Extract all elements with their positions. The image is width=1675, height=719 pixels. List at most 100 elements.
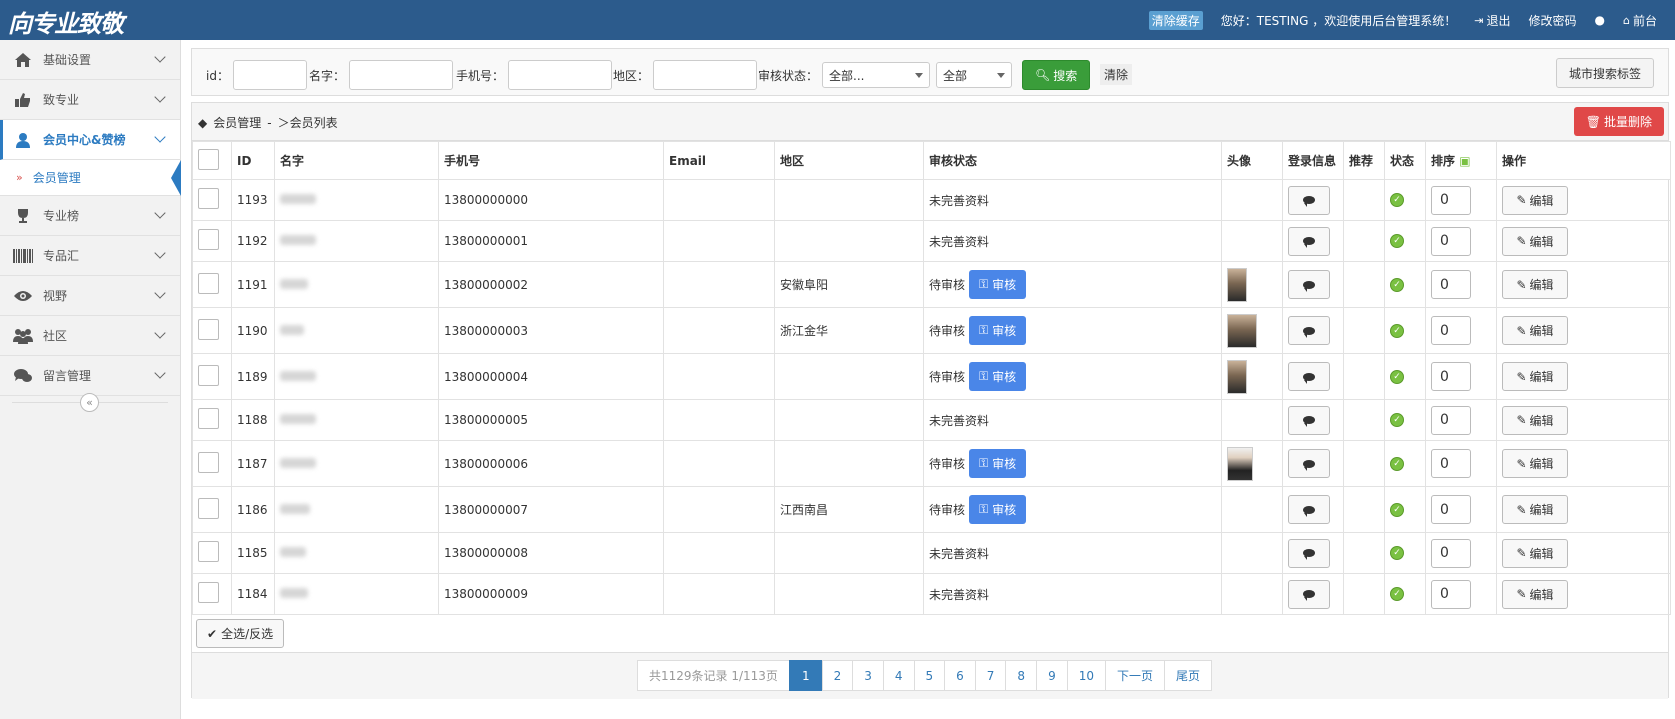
- row-checkbox[interactable]: [198, 188, 219, 209]
- row-checkbox[interactable]: [198, 541, 219, 562]
- row-checkbox[interactable]: [198, 582, 219, 603]
- sort-input[interactable]: 0: [1431, 362, 1471, 391]
- cell-login-info: [1282, 179, 1344, 221]
- sidebar-item-ranking[interactable]: 专业榜: [0, 196, 180, 236]
- login-info-button[interactable]: [1288, 538, 1330, 568]
- page-link-10[interactable]: 10: [1066, 660, 1106, 691]
- search-button[interactable]: 🔍︎ 搜索: [1022, 60, 1091, 90]
- edit-icon: ✎: [1516, 277, 1527, 292]
- page-link-2[interactable]: 2: [821, 660, 854, 691]
- edit-button[interactable]: ✎ 编辑: [1502, 538, 1568, 568]
- cell-id: 1187: [231, 440, 275, 487]
- column-header-sort[interactable]: 排序 ▣: [1425, 141, 1497, 180]
- sort-input[interactable]: 0: [1431, 579, 1471, 609]
- login-info-button[interactable]: [1288, 449, 1330, 478]
- audit-button[interactable]: ⚿ 审核: [969, 316, 1027, 345]
- name-input[interactable]: [349, 60, 454, 90]
- row-checkbox[interactable]: [198, 272, 219, 294]
- login-info-button[interactable]: [1288, 226, 1330, 256]
- all-select[interactable]: 全部: [936, 62, 1012, 88]
- login-info-button[interactable]: [1288, 405, 1330, 435]
- edit-button[interactable]: ✎ 编辑: [1502, 316, 1568, 345]
- select-all-checkbox[interactable]: [198, 148, 219, 170]
- status-ok-icon[interactable]: ✓: [1390, 193, 1404, 207]
- frontend-link[interactable]: ⌂ 前台: [1623, 12, 1657, 29]
- edit-button[interactable]: ✎ 编辑: [1502, 226, 1568, 256]
- page-link-8[interactable]: 8: [1005, 660, 1038, 691]
- sidebar-item-basic-settings[interactable]: 基础设置: [0, 40, 180, 80]
- change-password-link[interactable]: 修改密码: [1529, 12, 1577, 29]
- status-ok-icon[interactable]: ✓: [1390, 323, 1404, 338]
- status-ok-icon[interactable]: ✓: [1390, 234, 1404, 248]
- logo: 向专业致敬: [8, 10, 124, 38]
- region-input[interactable]: [653, 60, 758, 90]
- audit-button[interactable]: ⚿ 审核: [969, 449, 1027, 478]
- batch-delete-button[interactable]: 🗑︎ 批量删除: [1573, 107, 1664, 136]
- sort-input[interactable]: 0: [1431, 185, 1471, 215]
- logout-link[interactable]: ⇥ 退出: [1474, 12, 1510, 29]
- sort-input[interactable]: 0: [1431, 495, 1471, 524]
- status-ok-icon[interactable]: ✓: [1390, 277, 1404, 292]
- next-page-link[interactable]: 下一页: [1104, 660, 1165, 691]
- login-info-button[interactable]: [1288, 270, 1330, 299]
- status-ok-icon[interactable]: ✓: [1390, 413, 1404, 427]
- page-link-4[interactable]: 4: [882, 660, 915, 691]
- sidebar-item-member-center[interactable]: 会员中心&赞榜: [0, 120, 180, 160]
- login-info-button[interactable]: [1288, 495, 1330, 524]
- sort-input[interactable]: 0: [1431, 449, 1471, 478]
- row-checkbox[interactable]: [198, 497, 219, 519]
- sidebar-item-products[interactable]: 专品汇: [0, 236, 180, 276]
- id-input[interactable]: [232, 60, 307, 90]
- edit-button[interactable]: ✎ 编辑: [1502, 495, 1568, 524]
- status-ok-icon[interactable]: ✓: [1390, 502, 1404, 517]
- login-info-button[interactable]: [1288, 579, 1330, 609]
- page-link-5[interactable]: 5: [913, 660, 946, 691]
- page-link-7[interactable]: 7: [974, 660, 1007, 691]
- page-link-1[interactable]: 1: [788, 660, 823, 691]
- double-chevron-left-icon[interactable]: «: [80, 393, 99, 412]
- status-ok-icon[interactable]: ✓: [1390, 369, 1404, 384]
- row-checkbox[interactable]: [198, 229, 219, 250]
- theme-drop-icon[interactable]: ●: [1595, 13, 1605, 27]
- page-link-3[interactable]: 3: [852, 660, 884, 691]
- status-ok-icon[interactable]: ✓: [1390, 587, 1404, 601]
- page-link-6[interactable]: 6: [944, 660, 976, 691]
- status-ok-icon[interactable]: ✓: [1390, 546, 1404, 560]
- edit-button[interactable]: ✎ 编辑: [1502, 449, 1568, 478]
- audit-button[interactable]: ⚿ 审核: [969, 495, 1027, 524]
- edit-button[interactable]: ✎ 编辑: [1502, 362, 1568, 391]
- clear-cache-button[interactable]: 清除缓存: [1148, 10, 1203, 30]
- status-select[interactable]: 全部...: [822, 62, 931, 88]
- sort-input[interactable]: 0: [1431, 226, 1471, 256]
- sort-input[interactable]: 0: [1431, 316, 1471, 345]
- edit-button[interactable]: ✎ 编辑: [1502, 185, 1568, 215]
- sidebar-item-zhi-zhuanye[interactable]: 致专业: [0, 80, 180, 120]
- save-sort-icon[interactable]: ▣: [1459, 154, 1470, 168]
- sort-input[interactable]: 0: [1431, 538, 1471, 568]
- login-info-button[interactable]: [1288, 362, 1330, 391]
- edit-button[interactable]: ✎ 编辑: [1502, 405, 1568, 435]
- login-info-button[interactable]: [1288, 316, 1330, 345]
- column-header-avatar: 头像: [1221, 141, 1283, 180]
- sidebar-subitem-member-management[interactable]: » 会员管理: [0, 160, 181, 196]
- audit-button[interactable]: ⚿ 审核: [969, 362, 1027, 391]
- sidebar-item-community[interactable]: 社区: [0, 316, 180, 356]
- sort-input[interactable]: 0: [1431, 270, 1471, 299]
- edit-button[interactable]: ✎ 编辑: [1502, 579, 1568, 609]
- sidebar-item-vision[interactable]: 视野: [0, 276, 180, 316]
- clear-button[interactable]: 清除: [1100, 64, 1133, 85]
- sort-input[interactable]: 0: [1431, 405, 1471, 435]
- city-search-tags-button[interactable]: 城市搜索标签: [1555, 58, 1654, 88]
- last-page-link[interactable]: 尾页: [1164, 660, 1213, 691]
- edit-button[interactable]: ✎ 编辑: [1502, 270, 1568, 299]
- audit-button[interactable]: ⚿ 审核: [969, 270, 1027, 299]
- row-checkbox[interactable]: [198, 318, 219, 340]
- row-checkbox[interactable]: [198, 451, 219, 473]
- row-checkbox[interactable]: [198, 364, 219, 386]
- page-link-9[interactable]: 9: [1036, 660, 1068, 691]
- login-info-button[interactable]: [1288, 185, 1330, 215]
- phone-input[interactable]: [508, 60, 613, 90]
- row-checkbox[interactable]: [198, 408, 219, 429]
- select-all-button[interactable]: ✔ 全选/反选: [196, 619, 285, 648]
- status-ok-icon[interactable]: ✓: [1390, 456, 1404, 471]
